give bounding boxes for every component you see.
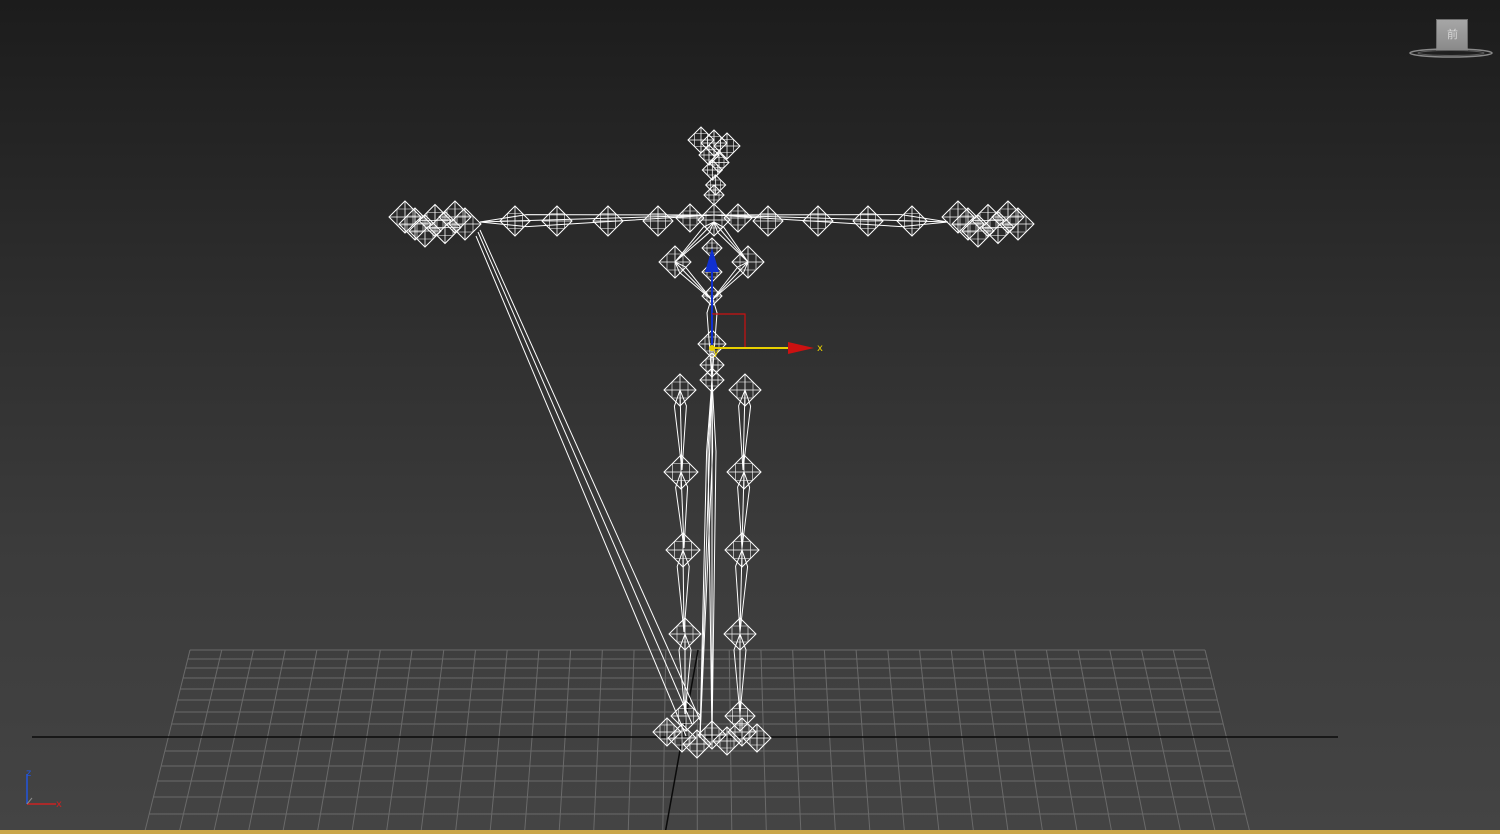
joint-octahedron[interactable] — [852, 205, 884, 237]
transform-gizmo[interactable]: x y — [705, 248, 823, 358]
joint-octahedron[interactable] — [499, 205, 531, 237]
joint-octahedron[interactable] — [388, 200, 422, 234]
joint-octahedron[interactable] — [704, 174, 727, 196]
joint-octahedron[interactable] — [541, 205, 573, 237]
joint-octahedron[interactable] — [941, 200, 975, 234]
joint-octahedron[interactable] — [896, 205, 928, 237]
joint-octahedron[interactable] — [802, 205, 834, 237]
status-bar-edge — [0, 830, 1500, 834]
viewcube[interactable]: 前 — [1408, 16, 1494, 62]
bone[interactable] — [675, 471, 689, 549]
biped-skeleton[interactable] — [388, 126, 1035, 759]
bone[interactable] — [699, 379, 714, 739]
joint-octahedron[interactable] — [742, 723, 772, 753]
viewport[interactable]: x y 前 z x — [0, 0, 1500, 834]
world-axis-tripod: z x — [26, 768, 62, 810]
gizmo-x-label: x — [817, 343, 823, 354]
world-axis-z-label: z — [26, 768, 31, 779]
joint-octahedron[interactable] — [703, 184, 725, 206]
joint-octahedron[interactable] — [667, 723, 697, 753]
joint-octahedron[interactable] — [642, 205, 674, 237]
world-axis-x-label: x — [56, 799, 62, 810]
bone[interactable] — [713, 221, 749, 263]
joint-octahedron[interactable] — [697, 203, 731, 237]
joint-octahedron[interactable] — [687, 126, 715, 154]
gizmo-center[interactable] — [709, 345, 715, 351]
joint-octahedron[interactable] — [752, 205, 784, 237]
gizmo-x-arrow[interactable] — [788, 342, 814, 354]
scene-canvas[interactable]: x y — [0, 0, 1500, 834]
ik-line — [475, 235, 687, 737]
viewcube-compass-ring[interactable] — [1408, 46, 1494, 60]
bone[interactable] — [737, 471, 751, 549]
joint-octahedron[interactable] — [592, 205, 624, 237]
